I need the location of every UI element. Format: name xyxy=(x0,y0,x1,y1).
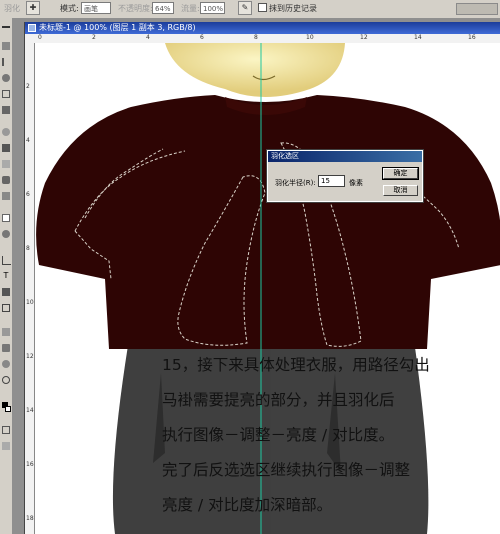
dodge-tool-icon[interactable] xyxy=(2,230,10,238)
opacity-label: 不透明度: xyxy=(118,4,153,13)
erase-history-checkbox[interactable] xyxy=(258,3,267,12)
lasso-tool-icon[interactable] xyxy=(2,58,12,66)
document-title-bar[interactable]: 未标题-1 @ 100% (图层 1 副本 3, RGB/8) xyxy=(25,22,500,34)
shape-tool-icon[interactable] xyxy=(2,304,10,312)
ruler-tick-label: 16 xyxy=(468,34,476,41)
slice-tool-icon[interactable] xyxy=(2,106,10,114)
caption-line: 执行图像－调整－亮度 / 对比度。 xyxy=(162,426,395,444)
ruler-tick-label: 2 xyxy=(92,34,96,41)
opacity-input[interactable]: 64% xyxy=(152,2,174,14)
ruler-tick-label: 6 xyxy=(200,34,204,41)
ruler-tick-label: 16 xyxy=(26,461,34,468)
ruler-tick-label: 14 xyxy=(26,407,34,414)
brush-tool-icon[interactable] xyxy=(2,144,10,152)
document-title: 未标题-1 @ 100% (图层 1 副本 3, RGB/8) xyxy=(39,23,196,32)
ruler-tick-label: 12 xyxy=(26,353,34,360)
feather-radius-input[interactable]: 15 xyxy=(318,175,345,187)
document-icon xyxy=(28,24,36,32)
airbrush-button[interactable]: ✎ xyxy=(238,1,252,15)
caption-line: 马褂需要提亮的部分，并且羽化后 xyxy=(162,391,395,409)
ruler-tick-label: 12 xyxy=(360,34,368,41)
move-tool-icon[interactable] xyxy=(2,26,10,36)
screen-mode-icon[interactable] xyxy=(2,442,10,450)
marquee-tool-icon[interactable] xyxy=(2,42,10,50)
history-brush-tool-icon[interactable] xyxy=(2,176,10,184)
vertical-ruler: 2 4 6 8 10 12 14 16 18 xyxy=(25,43,35,534)
ruler-tick-label: 14 xyxy=(414,34,422,41)
tutorial-caption: 15，接下来具体处理衣服，用路径勾出 马褂需要提亮的部分，并且羽化后 执行图像－… xyxy=(162,348,500,523)
wand-tool-icon[interactable] xyxy=(2,74,10,82)
caption-line: 完了后反选选区继续执行图像－调整 xyxy=(162,461,411,479)
stamp-tool-icon[interactable] xyxy=(2,160,10,168)
crop-tool-icon[interactable] xyxy=(2,90,10,98)
feather-label: 羽化 xyxy=(4,4,20,13)
type-tool-icon[interactable]: T xyxy=(2,272,10,280)
flow-label: 流量: xyxy=(181,4,200,13)
flow-input[interactable]: 100% xyxy=(200,2,225,14)
character-coat xyxy=(36,95,500,349)
ok-button[interactable]: 确定 xyxy=(382,167,419,180)
hand-tool-icon[interactable] xyxy=(2,360,10,368)
dialog-title[interactable]: 羽化选区 xyxy=(268,151,422,162)
ruler-tick-label: 4 xyxy=(146,34,150,41)
gradient-tool-icon[interactable] xyxy=(2,214,10,222)
ruler-tick-label: 10 xyxy=(26,299,34,306)
ruler-tick-label: 10 xyxy=(306,34,314,41)
pen-tool-icon[interactable] xyxy=(2,256,11,265)
healing-tool-icon[interactable] xyxy=(2,128,10,136)
ruler-tick-label: 8 xyxy=(26,245,30,252)
airbrush-icon: ✎ xyxy=(241,3,249,12)
cancel-button[interactable]: 取消 xyxy=(383,185,418,196)
ruler-tick-label: 4 xyxy=(26,137,30,144)
options-bar: 羽化 ✚ 模式: 画笔 不透明度: 64% 流量: 100% ✎ 抹到历史记录 xyxy=(0,0,500,19)
pixel-unit-label: 像素 xyxy=(349,179,363,187)
ruler-tick-label: 8 xyxy=(254,34,258,41)
feather-selection-dialog: 羽化选区 羽化半径(R): 15 像素 确定 取消 xyxy=(266,149,424,203)
path-select-tool-icon[interactable] xyxy=(2,288,10,296)
ruler-tick-label: 18 xyxy=(26,515,34,522)
eraser-tool-icon[interactable] xyxy=(2,192,10,200)
palette-well[interactable] xyxy=(456,3,498,15)
mode-select[interactable]: 画笔 xyxy=(81,2,111,14)
mode-label: 模式: xyxy=(60,4,79,13)
quickmask-mode-icon[interactable] xyxy=(2,426,10,434)
brush-preset-button[interactable]: ✚ xyxy=(26,1,40,15)
caption-line: 15，接下来具体处理衣服，用路径勾出 xyxy=(162,356,430,374)
zoom-tool-icon[interactable] xyxy=(2,376,10,384)
ruler-tick-label: 0 xyxy=(38,34,42,41)
erase-history-option[interactable]: 抹到历史记录 xyxy=(258,3,317,14)
background-color-swatch[interactable] xyxy=(5,406,11,412)
eyedropper-tool-icon[interactable] xyxy=(2,344,10,352)
erase-history-label: 抹到历史记录 xyxy=(269,4,317,13)
caption-line: 亮度 / 对比度加深暗部。 xyxy=(162,496,333,514)
brush-icon: ✚ xyxy=(29,3,37,12)
ruler-tick-label: 6 xyxy=(26,191,30,198)
notes-tool-icon[interactable] xyxy=(2,328,10,336)
feather-radius-label: 羽化半径(R): xyxy=(275,179,316,187)
character-head xyxy=(165,43,345,97)
ruler-tick-label: 2 xyxy=(26,83,30,90)
